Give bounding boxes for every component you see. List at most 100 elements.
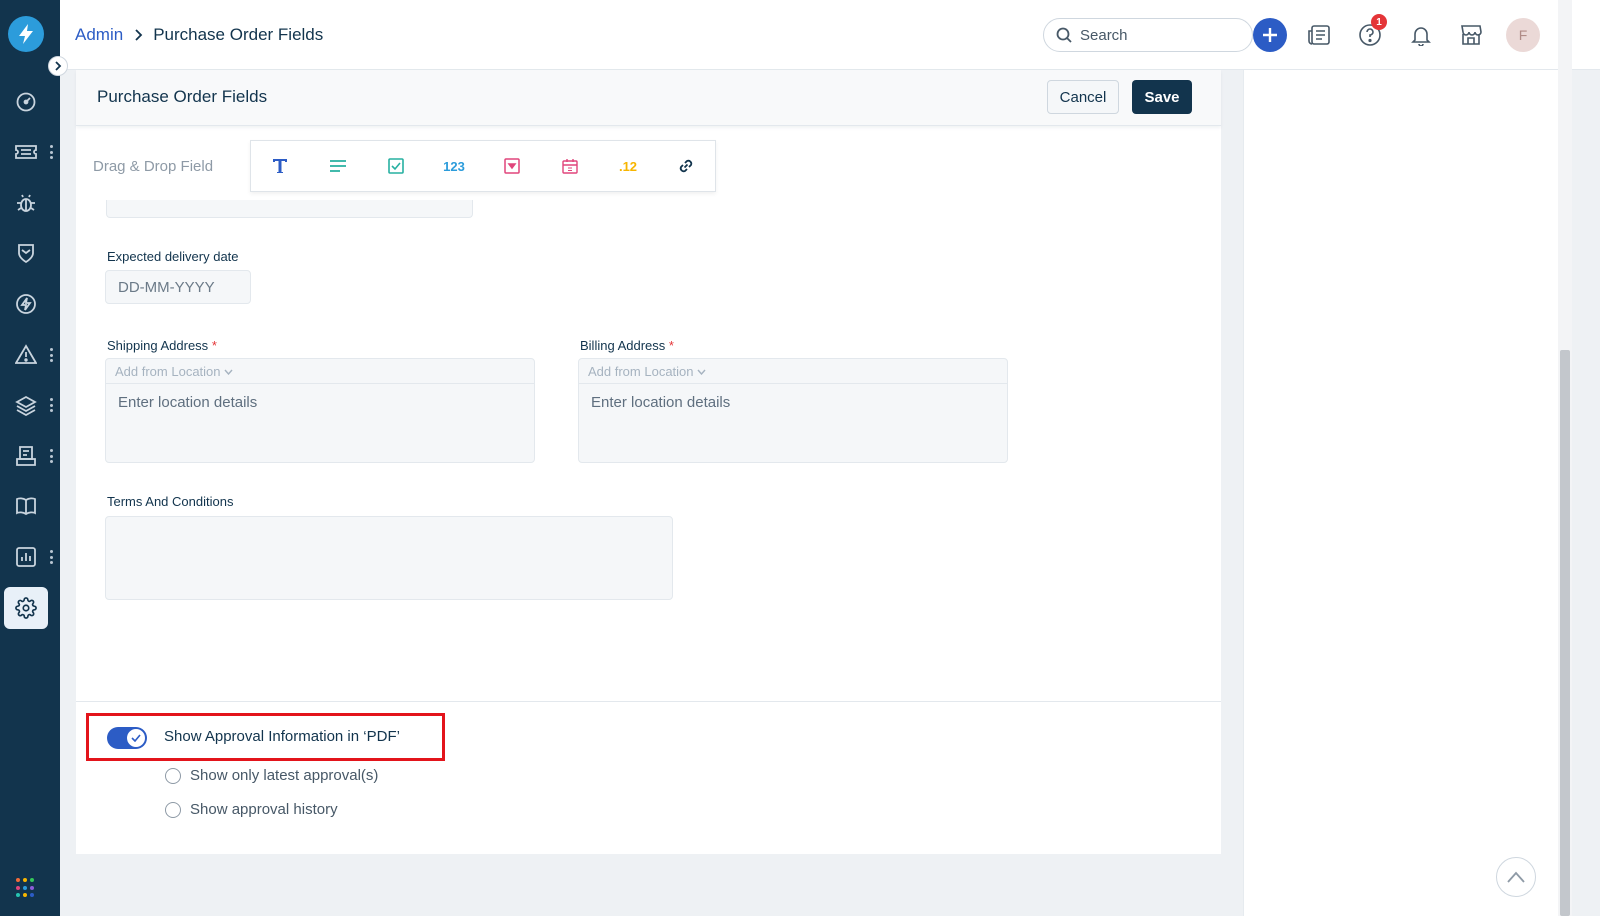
sidebar-menu-dots[interactable] [48,145,54,159]
sidebar-item-changes[interactable] [4,232,48,274]
settings-icon [15,597,37,619]
breadcrumb-admin-link[interactable]: Admin [75,25,123,45]
notifications-button[interactable] [1404,18,1438,52]
chevron-right-icon [135,29,143,41]
tool-dropdown[interactable] [483,140,541,192]
chevron-right-icon [55,61,62,71]
terms-label: Terms And Conditions [107,494,234,509]
plus-icon [1263,28,1277,42]
search-box[interactable] [1043,18,1253,52]
form-editor-card: Purchase Order Fields Cancel Save Drag &… [76,70,1221,854]
quick-create-button[interactable] [1253,18,1287,52]
search-input[interactable] [1080,26,1220,44]
shipping-add-from-location[interactable]: Add from Location [115,364,233,379]
sidebar-item-problems[interactable] [4,182,48,224]
number-field-icon: 123 [443,158,465,174]
chevron-up-icon [1507,871,1525,883]
sidebar-menu-dots[interactable] [48,398,54,412]
radio-label: Show only latest approval(s) [190,767,379,784]
required-mark: * [211,338,217,353]
ticket-icon [15,145,37,159]
required-mark: * [668,338,674,353]
divider [579,383,1007,384]
reports-icon [16,547,36,567]
sidebar-item-solutions[interactable] [4,485,48,527]
apps-grid-icon[interactable] [16,878,36,898]
shield-icon [18,244,34,264]
dropdown-field-icon [504,158,520,174]
sidebar-menu-dots[interactable] [48,550,54,564]
help-button[interactable]: 1 [1353,14,1387,52]
toggle-knob [126,728,146,748]
chevron-down-icon [696,369,706,375]
partial-field-above[interactable] [106,200,473,218]
tool-decimal[interactable]: .12 [599,140,657,192]
freshservice-logo-icon[interactable] [8,16,44,52]
radio-approval-history[interactable]: Show approval history [165,801,338,818]
announcements-button[interactable] [1303,18,1337,52]
shipping-add-from-location-label: Add from Location [115,364,221,379]
scrollbar-thumb[interactable] [1560,350,1570,916]
sidebar-expand-button[interactable] [48,56,68,76]
scrollbar[interactable] [1558,0,1572,916]
page-title: Purchase Order Fields [97,87,268,106]
scroll-to-top-button[interactable] [1496,857,1536,897]
drag-drop-label: Drag & Drop Field [93,158,214,175]
shipping-address-field[interactable]: Add from Location Enter location details [105,358,535,463]
purchase-icon [16,446,36,466]
bug-icon [17,194,35,212]
expected-delivery-date-input[interactable] [105,270,251,304]
tool-paragraph[interactable] [309,140,367,192]
shipping-address-label: Shipping Address * [107,338,217,353]
field-toolbar: 123 .12 [250,140,716,192]
text-field-icon [273,159,287,173]
sidebar-item-releases[interactable] [4,283,48,325]
billing-add-from-location[interactable]: Add from Location [588,364,706,379]
layers-icon [15,395,37,416]
sidebar-item-reports[interactable] [4,536,48,578]
news-icon [1308,25,1330,45]
billing-address-placeholder: Enter location details [591,394,731,411]
url-field-icon [679,159,693,173]
chevron-down-icon [223,369,233,375]
alert-icon [15,344,37,364]
sidebar-menu-dots[interactable] [48,449,54,463]
sidebar-menu-dots[interactable] [48,348,54,362]
help-badge: 1 [1371,14,1387,30]
sidebar-item-tickets[interactable] [4,131,48,173]
sidebar-item-dashboard[interactable] [4,81,48,123]
avatar[interactable]: F [1506,18,1540,52]
tool-text[interactable] [251,140,309,192]
save-button[interactable]: Save [1132,80,1192,114]
tool-date[interactable] [541,140,599,192]
breadcrumb: Admin Purchase Order Fields [75,25,323,45]
bolt-icon [16,294,36,314]
radio-latest-approvals[interactable]: Show only latest approval(s) [165,767,378,784]
radio-button[interactable] [165,801,181,818]
paragraph-field-icon [330,160,346,172]
card-header: Purchase Order Fields Cancel Save [76,70,1221,126]
sidebar-item-purchase[interactable] [4,435,48,477]
sidebar-item-assets[interactable] [4,384,48,426]
terms-and-conditions-field[interactable] [105,516,673,600]
sidebar-item-alerts[interactable] [4,334,48,376]
store-button[interactable] [1454,18,1488,52]
breadcrumb-current: Purchase Order Fields [153,25,324,44]
tool-url[interactable] [657,140,715,192]
radio-button[interactable] [165,767,181,784]
radio-label: Show approval history [190,801,338,818]
store-icon [1461,25,1482,45]
billing-address-field[interactable]: Add from Location Enter location details [578,358,1008,463]
cancel-button[interactable]: Cancel [1047,80,1119,114]
billing-address-label: Billing Address * [580,338,674,353]
tool-checkbox[interactable] [367,140,425,192]
approval-pdf-toggle[interactable] [107,727,147,749]
sidebar-item-admin[interactable] [4,587,48,629]
tool-number[interactable]: 123 [425,140,483,192]
checkbox-field-icon [388,158,404,174]
shipping-address-placeholder: Enter location details [118,394,258,411]
bell-icon [1411,27,1431,46]
right-panel [1243,70,1558,916]
divider [76,701,1221,702]
dashboard-icon [16,92,36,112]
